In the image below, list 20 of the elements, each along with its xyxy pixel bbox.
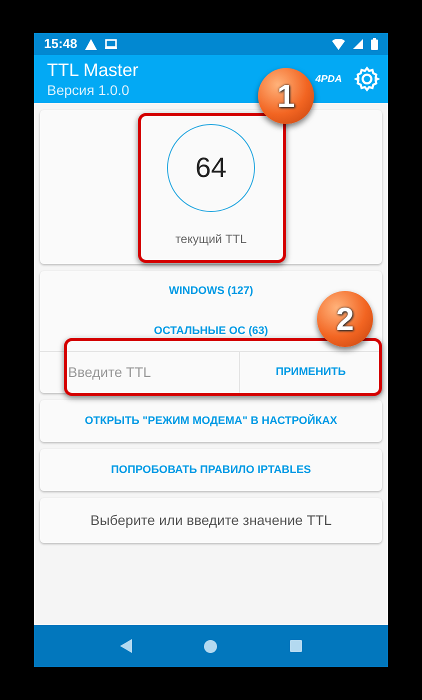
- app-version: Версия 1.0.0: [47, 81, 130, 99]
- warning-icon: [85, 38, 98, 50]
- clock: 15:48: [44, 35, 78, 54]
- settings-icon[interactable]: [354, 66, 380, 92]
- signal-icon: [353, 39, 363, 49]
- action-button[interactable]: ОТКРЫТЬ "РЕЖИМ МОДЕМА" В НАСТРОЙКАХ: [40, 400, 382, 442]
- screen-icon: [105, 39, 118, 49]
- apply-button[interactable]: ПРИМЕНИТЬ: [240, 352, 382, 393]
- back-icon[interactable]: [120, 639, 132, 653]
- wifi-icon: [332, 38, 345, 50]
- home-icon[interactable]: [204, 640, 218, 652]
- battery-icon: [371, 38, 378, 50]
- ttl-value: 64: [195, 151, 227, 185]
- app-title: TTL Master: [47, 59, 138, 81]
- logo: 4PDA: [315, 72, 342, 86]
- recents-icon[interactable]: [290, 640, 302, 652]
- ttl-input[interactable]: Введите TTL: [40, 352, 240, 393]
- action-button[interactable]: ПОПРОБОВАТЬ ПРАВИЛО IPTABLES: [40, 449, 382, 491]
- ttl-caption: текущий TTL: [175, 231, 247, 248]
- hint-text: Выберите или введите значение TTL: [90, 511, 332, 530]
